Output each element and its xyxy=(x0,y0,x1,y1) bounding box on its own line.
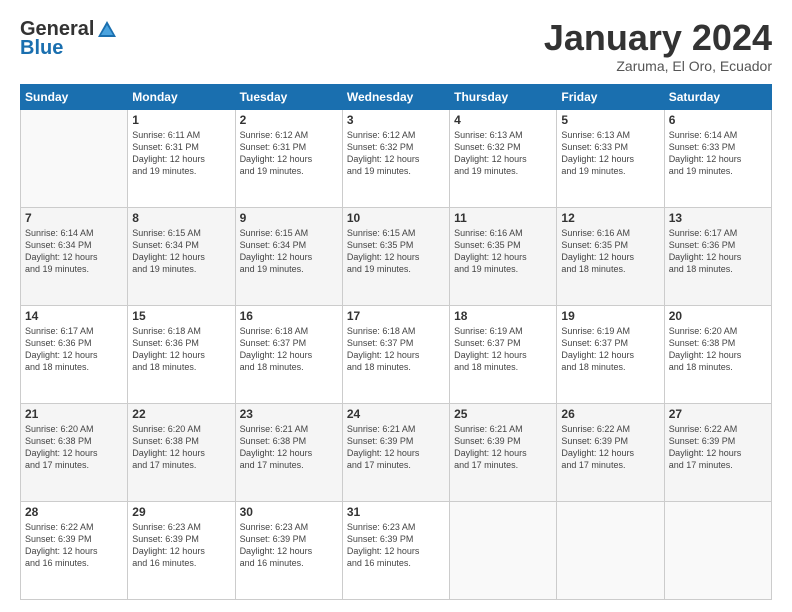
calendar-row-3: 14 Sunrise: 6:17 AMSunset: 6:36 PMDaylig… xyxy=(21,305,772,403)
table-row: 12 Sunrise: 6:16 AMSunset: 6:35 PMDaylig… xyxy=(557,207,664,305)
calendar-table: Sunday Monday Tuesday Wednesday Thursday… xyxy=(20,84,772,600)
table-row: 15 Sunrise: 6:18 AMSunset: 6:36 PMDaylig… xyxy=(128,305,235,403)
table-row: 8 Sunrise: 6:15 AMSunset: 6:34 PMDayligh… xyxy=(128,207,235,305)
table-row: 11 Sunrise: 6:16 AMSunset: 6:35 PMDaylig… xyxy=(450,207,557,305)
table-row: 1 Sunrise: 6:11 AMSunset: 6:31 PMDayligh… xyxy=(128,109,235,207)
table-row: 24 Sunrise: 6:21 AMSunset: 6:39 PMDaylig… xyxy=(342,403,449,501)
table-row: 26 Sunrise: 6:22 AMSunset: 6:39 PMDaylig… xyxy=(557,403,664,501)
table-row: 19 Sunrise: 6:19 AMSunset: 6:37 PMDaylig… xyxy=(557,305,664,403)
header-friday: Friday xyxy=(557,84,664,109)
header-saturday: Saturday xyxy=(664,84,771,109)
month-title: January 2024 xyxy=(544,18,772,58)
weekday-header-row: Sunday Monday Tuesday Wednesday Thursday… xyxy=(21,84,772,109)
table-row: 23 Sunrise: 6:21 AMSunset: 6:38 PMDaylig… xyxy=(235,403,342,501)
header-tuesday: Tuesday xyxy=(235,84,342,109)
table-row: 2 Sunrise: 6:12 AMSunset: 6:31 PMDayligh… xyxy=(235,109,342,207)
logo-blue: Blue xyxy=(20,37,63,60)
table-row: 17 Sunrise: 6:18 AMSunset: 6:37 PMDaylig… xyxy=(342,305,449,403)
title-area: January 2024 Zaruma, El Oro, Ecuador xyxy=(544,18,772,74)
empty-cell xyxy=(557,501,664,599)
logo: General Blue xyxy=(20,18,118,60)
location-subtitle: Zaruma, El Oro, Ecuador xyxy=(544,58,772,74)
empty-cell xyxy=(21,109,128,207)
table-row: 14 Sunrise: 6:17 AMSunset: 6:36 PMDaylig… xyxy=(21,305,128,403)
calendar-row-4: 21 Sunrise: 6:20 AMSunset: 6:38 PMDaylig… xyxy=(21,403,772,501)
table-row: 7 Sunrise: 6:14 AMSunset: 6:34 PMDayligh… xyxy=(21,207,128,305)
table-row: 4 Sunrise: 6:13 AMSunset: 6:32 PMDayligh… xyxy=(450,109,557,207)
header-wednesday: Wednesday xyxy=(342,84,449,109)
table-row: 13 Sunrise: 6:17 AMSunset: 6:36 PMDaylig… xyxy=(664,207,771,305)
table-row: 21 Sunrise: 6:20 AMSunset: 6:38 PMDaylig… xyxy=(21,403,128,501)
table-row: 16 Sunrise: 6:18 AMSunset: 6:37 PMDaylig… xyxy=(235,305,342,403)
table-row: 3 Sunrise: 6:12 AMSunset: 6:32 PMDayligh… xyxy=(342,109,449,207)
table-row: 29 Sunrise: 6:23 AMSunset: 6:39 PMDaylig… xyxy=(128,501,235,599)
table-row: 10 Sunrise: 6:15 AMSunset: 6:35 PMDaylig… xyxy=(342,207,449,305)
table-row: 5 Sunrise: 6:13 AMSunset: 6:33 PMDayligh… xyxy=(557,109,664,207)
table-row: 30 Sunrise: 6:23 AMSunset: 6:39 PMDaylig… xyxy=(235,501,342,599)
table-row: 25 Sunrise: 6:21 AMSunset: 6:39 PMDaylig… xyxy=(450,403,557,501)
header-monday: Monday xyxy=(128,84,235,109)
logo-icon xyxy=(96,19,118,41)
table-row: 18 Sunrise: 6:19 AMSunset: 6:37 PMDaylig… xyxy=(450,305,557,403)
header-thursday: Thursday xyxy=(450,84,557,109)
table-row: 28 Sunrise: 6:22 AMSunset: 6:39 PMDaylig… xyxy=(21,501,128,599)
calendar-row-2: 7 Sunrise: 6:14 AMSunset: 6:34 PMDayligh… xyxy=(21,207,772,305)
table-row: 22 Sunrise: 6:20 AMSunset: 6:38 PMDaylig… xyxy=(128,403,235,501)
header-sunday: Sunday xyxy=(21,84,128,109)
empty-cell xyxy=(664,501,771,599)
table-row: 31 Sunrise: 6:23 AMSunset: 6:39 PMDaylig… xyxy=(342,501,449,599)
table-row: 9 Sunrise: 6:15 AMSunset: 6:34 PMDayligh… xyxy=(235,207,342,305)
empty-cell xyxy=(450,501,557,599)
table-row: 6 Sunrise: 6:14 AMSunset: 6:33 PMDayligh… xyxy=(664,109,771,207)
page-header: General Blue January 2024 Zaruma, El Oro… xyxy=(20,18,772,74)
calendar-row-1: 1 Sunrise: 6:11 AMSunset: 6:31 PMDayligh… xyxy=(21,109,772,207)
calendar-row-5: 28 Sunrise: 6:22 AMSunset: 6:39 PMDaylig… xyxy=(21,501,772,599)
table-row: 20 Sunrise: 6:20 AMSunset: 6:38 PMDaylig… xyxy=(664,305,771,403)
table-row: 27 Sunrise: 6:22 AMSunset: 6:39 PMDaylig… xyxy=(664,403,771,501)
